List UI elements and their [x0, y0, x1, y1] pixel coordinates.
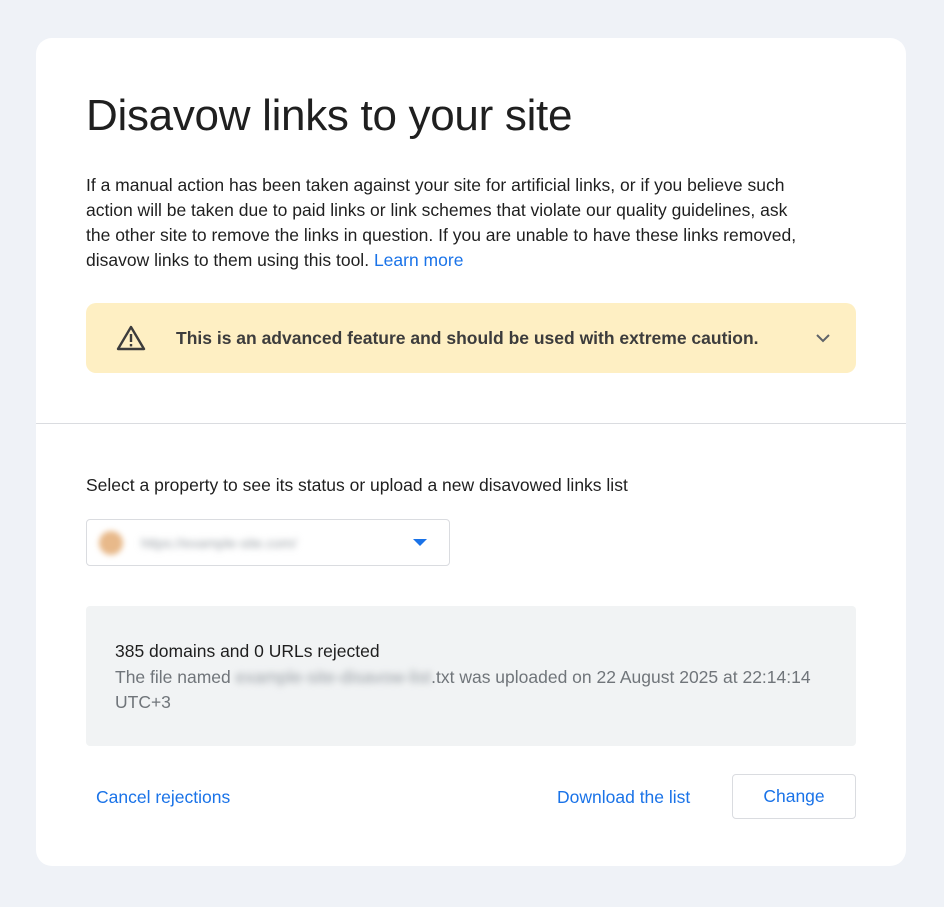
page-title: Disavow links to your site: [86, 91, 573, 140]
blurred-file-name: example-site-disavow-list: [235, 667, 432, 687]
disavow-card: Disavow links to your site If a manual a…: [36, 38, 906, 866]
download-list-button[interactable]: Download the list: [557, 787, 690, 808]
change-button[interactable]: Change: [732, 774, 856, 819]
cancel-rejections-button[interactable]: Cancel rejections: [96, 787, 230, 808]
caret-down-icon: [413, 539, 427, 546]
property-dropdown[interactable]: https://example-site.com/: [86, 519, 450, 566]
status-detail-prefix: The file named: [115, 667, 231, 687]
warning-text: This is an advanced feature and should b…: [176, 327, 759, 348]
disavow-status-panel: 385 domains and 0 URLs rejected The file…: [86, 606, 856, 746]
page-description: If a manual action has been taken agains…: [86, 173, 806, 273]
warning-banner[interactable]: This is an advanced feature and should b…: [86, 303, 856, 373]
warning-triangle-icon: [116, 325, 146, 351]
status-detail: The file named example-site-disavow-list…: [115, 665, 836, 715]
property-select-label: Select a property to see its status or u…: [86, 475, 628, 495]
learn-more-link[interactable]: Learn more: [374, 250, 464, 270]
property-favicon: [99, 530, 123, 555]
status-summary: 385 domains and 0 URLs rejected: [115, 641, 380, 661]
property-name: https://example-site.com/: [141, 534, 297, 551]
chevron-down-icon[interactable]: [814, 329, 832, 347]
section-divider: [36, 423, 906, 424]
